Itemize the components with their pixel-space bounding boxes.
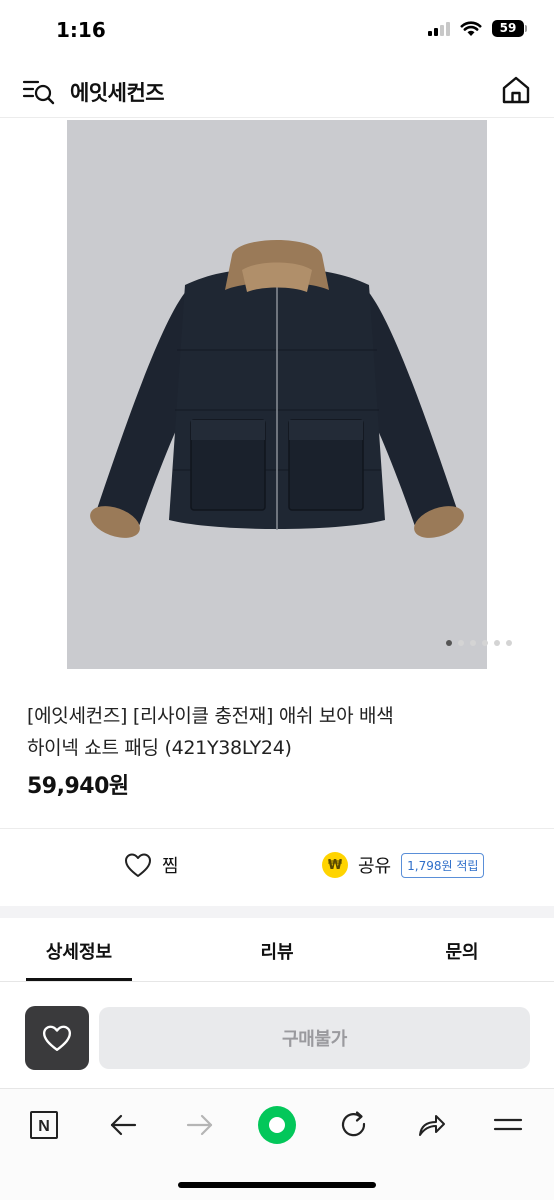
action-row: 찜 ₩ 공유 1,798원 적립 bbox=[0, 830, 554, 906]
like-label: 찜 bbox=[162, 856, 179, 877]
status-icons: 59 bbox=[428, 20, 527, 37]
battery-icon: 59 bbox=[492, 20, 527, 37]
home-indicator bbox=[178, 1182, 376, 1188]
divider bbox=[0, 828, 554, 829]
wifi-icon bbox=[460, 20, 482, 36]
padded-jacket-illustration bbox=[90, 240, 464, 538]
product-title-line2: 하이넥 쇼트 패딩 (421Y38LY24) bbox=[27, 737, 292, 759]
wishlist-button[interactable] bbox=[25, 1006, 89, 1070]
share-button[interactable]: ₩ 공유 1,798원 적립 bbox=[322, 852, 485, 878]
carousel-dot-active[interactable] bbox=[446, 640, 452, 646]
tab-bar: 상세정보 리뷰 문의 bbox=[0, 918, 554, 982]
cellular-signal-icon bbox=[428, 21, 450, 36]
share-arrow-icon bbox=[419, 1115, 445, 1136]
product-price: 59,940원 bbox=[27, 774, 129, 799]
tab-detail[interactable]: 상세정보 bbox=[26, 938, 132, 964]
purchase-button[interactable]: 구매불가 bbox=[99, 1007, 530, 1069]
carousel-dots[interactable] bbox=[446, 640, 512, 646]
tab-review[interactable]: 리뷰 bbox=[230, 938, 324, 964]
share-browser-button[interactable] bbox=[411, 1105, 451, 1145]
share-label: 공유 bbox=[358, 856, 392, 877]
tab-qna[interactable]: 문의 bbox=[418, 938, 506, 964]
brand-title[interactable]: 에잇세컨즈 bbox=[70, 77, 165, 107]
like-button[interactable]: 찜 bbox=[124, 852, 179, 878]
reward-badge: 1,798원 적립 bbox=[401, 852, 485, 878]
product-image[interactable] bbox=[67, 120, 487, 669]
hamburger-menu-icon bbox=[493, 1118, 523, 1131]
status-bar: 1:16 59 bbox=[0, 0, 554, 60]
carousel-dot[interactable] bbox=[482, 640, 488, 646]
section-divider bbox=[0, 906, 554, 918]
green-dot-icon bbox=[258, 1106, 296, 1144]
arrow-left-icon bbox=[110, 1114, 137, 1136]
back-button[interactable] bbox=[103, 1105, 143, 1145]
carousel-dot[interactable] bbox=[506, 640, 512, 646]
forward-button[interactable] bbox=[180, 1105, 220, 1145]
home-icon[interactable] bbox=[500, 74, 532, 106]
arrow-right-icon bbox=[186, 1114, 213, 1136]
heart-icon bbox=[125, 853, 151, 877]
app-header: 에잇세컨즈 bbox=[0, 64, 554, 118]
menu-button[interactable] bbox=[488, 1105, 528, 1145]
product-title: [에잇세컨즈] [리사이클 충전재] 애쉬 보아 배색 하이넥 쇼트 패딩 (4… bbox=[27, 700, 527, 764]
naver-home-button[interactable]: N bbox=[24, 1105, 64, 1145]
active-tab-indicator bbox=[26, 978, 132, 981]
refresh-button[interactable] bbox=[334, 1105, 374, 1145]
status-time: 1:16 bbox=[56, 18, 106, 42]
naver-n-icon: N bbox=[30, 1111, 58, 1139]
carousel-dot[interactable] bbox=[458, 640, 464, 646]
refresh-icon bbox=[342, 1111, 366, 1137]
green-dot-button[interactable] bbox=[257, 1105, 297, 1145]
product-title-line1: [에잇세컨즈] [리사이클 충전재] 애쉬 보아 배색 bbox=[27, 705, 394, 727]
carousel-dot[interactable] bbox=[470, 640, 476, 646]
won-coin-icon: ₩ bbox=[322, 852, 348, 878]
menu-search-icon[interactable] bbox=[22, 74, 56, 108]
carousel-dot[interactable] bbox=[494, 640, 500, 646]
heart-icon bbox=[42, 1025, 72, 1051]
svg-text:N: N bbox=[38, 1118, 50, 1135]
buy-bar: 구매불가 bbox=[0, 992, 554, 1088]
